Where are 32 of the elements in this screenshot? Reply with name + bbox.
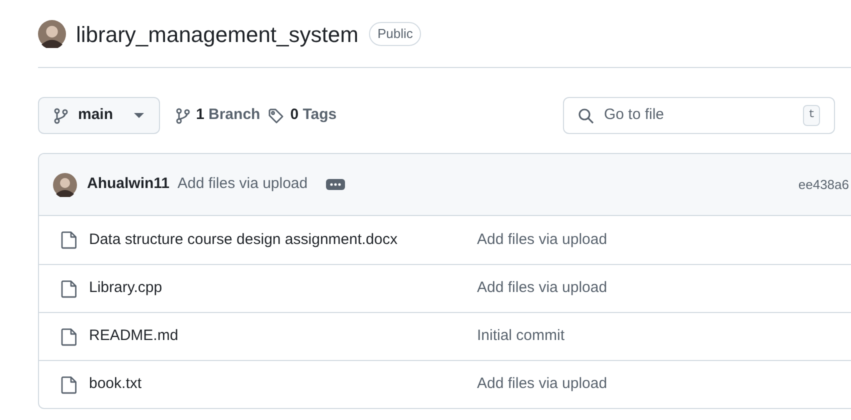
branch-icon (176, 108, 190, 124)
more-button[interactable] (326, 179, 345, 190)
commit-message[interactable]: Add files via upload (178, 173, 308, 196)
branches-link[interactable]: 1 Branch (176, 104, 260, 127)
file-icon (61, 328, 77, 346)
file-icon (61, 280, 77, 298)
file-name[interactable]: Data structure course design assignment.docx (89, 228, 477, 252)
file-commit-message[interactable]: Initial commit (477, 325, 565, 348)
avatar-icon (38, 20, 66, 48)
repo-name[interactable]: library_management_system (76, 18, 358, 50)
ellipsis-icon (330, 183, 341, 186)
avatar-icon (53, 172, 77, 196)
file-icon (61, 231, 77, 249)
tag-icon (268, 108, 284, 124)
file-commit-message[interactable]: Add files via upload (477, 277, 608, 300)
branch-icon (54, 108, 68, 124)
commit-hash[interactable]: ee438a6 (798, 174, 849, 194)
search-bar[interactable]: Go to file t (563, 97, 835, 134)
tags-link[interactable]: 0 Tags (268, 104, 337, 127)
file-name[interactable]: book.txt (89, 373, 477, 396)
visibility-label: Public (369, 22, 421, 46)
caret-icon (134, 112, 144, 118)
shortcut-key: t (803, 105, 820, 126)
file-commit-message[interactable]: Add files via upload (477, 373, 608, 396)
branch-select[interactable]: main (38, 97, 160, 134)
commit-author[interactable]: Ahualwin11 (87, 173, 170, 196)
file-commit-message[interactable]: Add files via upload (477, 228, 608, 252)
file-name[interactable]: README.md (89, 325, 477, 348)
file-name[interactable]: Library.cpp (89, 277, 477, 300)
go-to-file-field[interactable]: Go to file (604, 104, 794, 127)
search-icon (578, 108, 594, 124)
file-icon (61, 376, 77, 394)
